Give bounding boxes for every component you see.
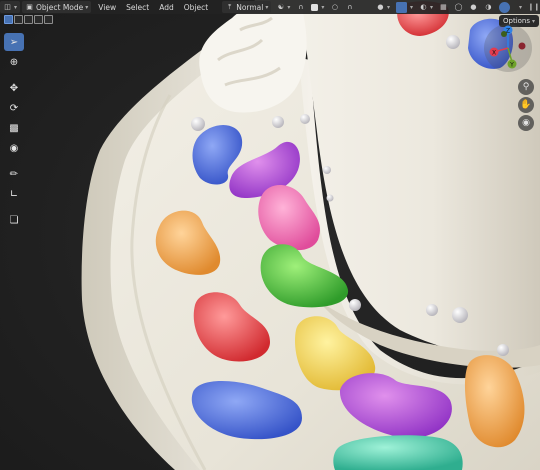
zoom-button[interactable]: ⚲ [518, 79, 534, 95]
pencil-icon: ✏ [9, 168, 19, 180]
menu-view[interactable]: View [93, 3, 121, 12]
cube-editor-icon: ◫ [4, 2, 11, 11]
menu-add[interactable]: Add [154, 3, 179, 12]
gizmo-icon [395, 1, 407, 13]
shading-solid[interactable]: ● [466, 1, 481, 13]
hand-pan-icon: ✋ [520, 100, 532, 110]
rotate-tool[interactable]: ⟳ [4, 99, 24, 117]
xray-toggle[interactable]: ▦ [436, 1, 451, 13]
select-intersect-icon[interactable] [44, 15, 53, 24]
overlays-toggle[interactable]: ◐ ▾ [416, 1, 436, 13]
orientation-icon: ⤒ [228, 2, 232, 11]
transform-tool[interactable]: ◉ [4, 139, 24, 157]
magnet-icon: ∩ [298, 2, 304, 11]
ruler-icon: ∟ [9, 188, 19, 200]
menu-object[interactable]: Object [179, 3, 213, 12]
pan-button[interactable]: ✋ [518, 97, 534, 113]
shading-material[interactable]: ◑ [481, 1, 496, 13]
measure-tool[interactable]: ∟ [4, 185, 24, 203]
xray-icon: ▦ [440, 2, 447, 11]
add-cube-tool[interactable]: ❏ [4, 211, 24, 229]
x-axis-label: X [492, 49, 496, 56]
proportional-edit-icon: ○ [331, 2, 338, 11]
cursor-arrow-icon: ➢ [9, 36, 19, 48]
toggle-sidebar-button[interactable]: ❙❙ [525, 1, 540, 13]
rotate-icon: ⟳ [9, 102, 19, 114]
wireframe-shading-icon: ◯ [454, 2, 463, 11]
zoom-magnifier-icon: ⚲ [522, 82, 530, 92]
visibility-icon: ● [377, 2, 384, 11]
menu-select[interactable]: Select [121, 3, 154, 12]
move-tool[interactable]: ✥ [4, 79, 24, 97]
mode-label: Object Mode [36, 2, 84, 12]
chevron-down-icon: ▾ [287, 3, 291, 11]
y-axis-label: Y [509, 61, 514, 68]
mode-dropdown[interactable]: ▣ Object Mode ▾ [22, 1, 92, 13]
rendered-shading-icon [498, 1, 510, 13]
orientation-label: Normal [236, 2, 264, 12]
chevron-down-icon: ▾ [409, 3, 413, 11]
annotate-tool[interactable]: ✏ [4, 165, 24, 183]
editor-type-dropdown[interactable]: ◫ ▾ [0, 1, 21, 13]
navigation-gizmo[interactable]: Z X Y [482, 22, 534, 74]
3d-cursor-icon: ⊕ [9, 56, 19, 68]
camera-view-button[interactable]: ◉ [518, 115, 534, 131]
move-icon: ✥ [9, 82, 19, 94]
overlays-icon: ◐ [420, 2, 427, 11]
chevron-down-icon: ▾ [14, 3, 18, 11]
chevron-down-icon: ▾ [265, 3, 269, 11]
transform-icon: ◉ [9, 142, 19, 154]
pivot-point-dropdown[interactable]: ☯ ▾ [273, 1, 293, 13]
chevron-down-icon: ▾ [429, 3, 433, 11]
snap-square-icon [311, 3, 319, 11]
scale-icon: ▩ [9, 122, 19, 134]
sidebar-toggle-icon: ❙❙ [528, 2, 540, 11]
falloff-curve-icon: ∩ [347, 2, 353, 11]
falloff-dropdown[interactable]: ∩ [342, 1, 357, 13]
select-set-new-icon[interactable] [4, 15, 13, 24]
cursor-tool[interactable]: ⊕ [4, 53, 24, 71]
z-axis-label: Z [506, 27, 510, 34]
solid-shading-icon: ● [470, 2, 477, 11]
select-subtract-icon[interactable] [24, 15, 33, 24]
viewport-scene [0, 0, 540, 470]
select-difference-icon[interactable] [34, 15, 43, 24]
tool-shelf: ➢ ⊕ ✥ ⟳ ▩ ◉ ✏ ∟ ❏ [4, 33, 26, 231]
select-box-tool[interactable]: ➢ [4, 33, 24, 51]
chevron-down-icon: ▾ [321, 3, 325, 11]
select-extend-icon[interactable] [14, 15, 23, 24]
chevron-down-icon: ▾ [386, 3, 390, 11]
3d-viewport[interactable] [0, 0, 540, 470]
snap-toggle[interactable]: ∩ [293, 1, 308, 13]
neg-x-axis-icon[interactable] [518, 42, 526, 50]
pivot-icon: ☯ [277, 2, 285, 11]
material-shading-icon: ◑ [485, 2, 492, 11]
object-mode-icon: ▣ [26, 2, 33, 11]
add-cube-icon: ❏ [9, 214, 19, 226]
chevron-down-icon: ▾ [85, 3, 89, 11]
gizmo-toggle[interactable]: ▾ [393, 1, 416, 13]
shading-rendered[interactable] [496, 1, 514, 13]
selection-mode-buttons [4, 15, 54, 24]
shading-options-dropdown[interactable]: ▾ [514, 1, 525, 13]
scale-tool[interactable]: ▩ [4, 119, 24, 137]
object-visibility-dropdown[interactable]: ● ▾ [373, 1, 393, 13]
snap-target-dropdown[interactable]: ▾ [308, 1, 327, 13]
viewport-header: ◫ ▾ ▣ Object Mode ▾ View Select Add Objec… [0, 0, 540, 14]
chevron-down-icon: ▾ [518, 3, 522, 11]
proportional-edit-toggle[interactable]: ○ [327, 1, 342, 13]
transform-orientation-dropdown[interactable]: ⤒ Normal ▾ [222, 1, 272, 13]
shading-wireframe[interactable]: ◯ [451, 1, 466, 13]
camera-icon: ◉ [522, 118, 530, 128]
